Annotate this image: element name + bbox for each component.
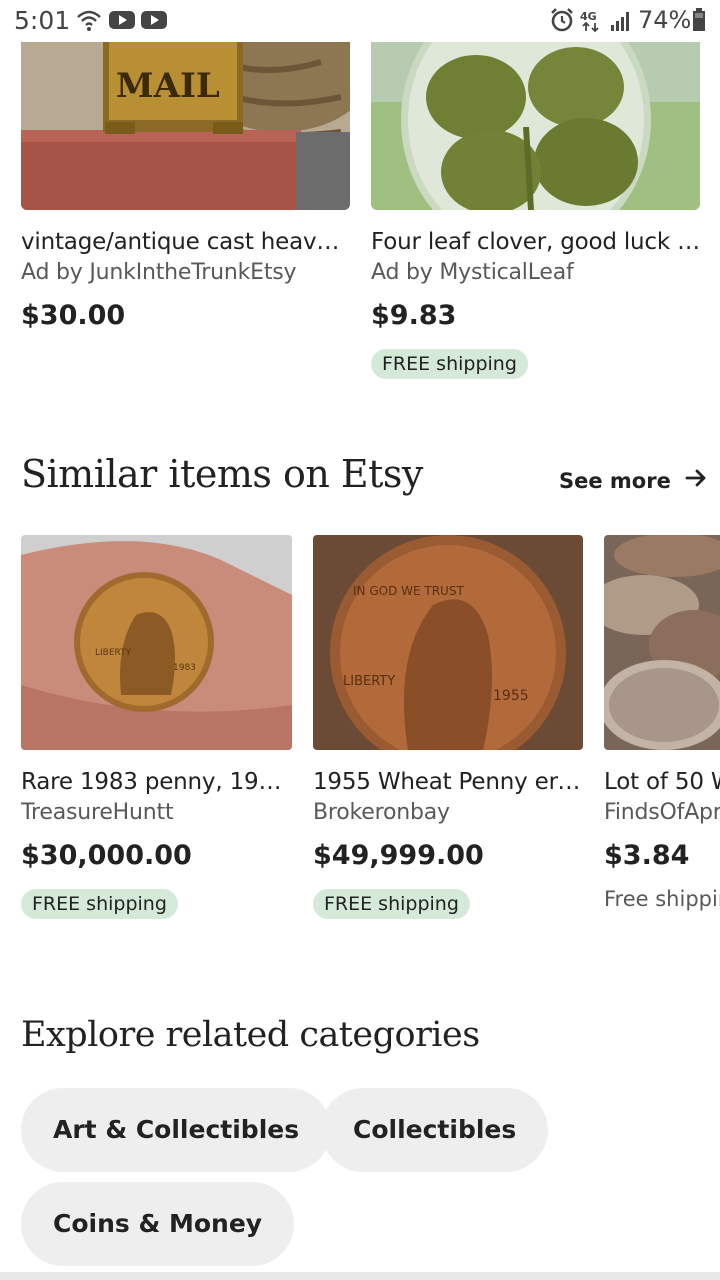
similar-item-title[interactable]: Rare 1983 penny, 1983 Lincoln cent xyxy=(21,769,293,795)
chip-collectibles[interactable]: Collectibles xyxy=(321,1088,549,1172)
svg-text:4G: 4G xyxy=(580,10,597,23)
see-more-label: See more xyxy=(559,468,671,493)
free-shipping-badge: FREE shipping xyxy=(21,889,178,919)
bottom-edge xyxy=(0,1272,720,1280)
free-shipping-badge: FREE shipping xyxy=(313,889,470,919)
chip-coins-money[interactable]: Coins & Money xyxy=(21,1182,295,1266)
mail-bank-image[interactable]: MAIL xyxy=(21,42,350,210)
svg-text:MAIL: MAIL xyxy=(116,66,220,106)
battery-percent: 74% xyxy=(638,6,692,34)
svg-text:1983: 1983 xyxy=(173,663,196,673)
youtube-icon-2 xyxy=(140,9,168,36)
network-4g-icon: 4G xyxy=(580,9,608,38)
similar-item-price: $30,000.00 xyxy=(21,840,192,871)
penny-1983-image[interactable]: LIBERTY 1983 xyxy=(21,535,292,750)
clover-image[interactable] xyxy=(371,42,700,210)
svg-text:LIBERTY: LIBERTY xyxy=(343,674,395,689)
wheat-penny-1955-image[interactable]: LIBERTY 1955 IN GOD WE TRUST xyxy=(313,535,583,750)
ad-price: $9.83 xyxy=(371,300,457,331)
wifi-icon xyxy=(76,9,102,36)
similar-item-price: $3.84 xyxy=(604,840,690,871)
see-more-link[interactable]: See more xyxy=(559,468,707,493)
similar-item-shop: FindsOfApril xyxy=(604,800,720,825)
ad-shop: Ad by JunkIntheTrunkEtsy xyxy=(21,260,297,285)
battery-icon xyxy=(692,8,706,37)
chip-art-collectibles[interactable]: Art & Collectibles xyxy=(21,1088,332,1172)
similar-item-shop: Brokeronbay xyxy=(313,800,450,825)
explore-categories-heading: Explore related categories xyxy=(21,1015,480,1055)
similar-item-price: $49,999.00 xyxy=(313,840,484,871)
similar-items-heading: Similar items on Etsy xyxy=(21,452,423,496)
status-bar: 5:01 4G 74% xyxy=(0,0,720,42)
alarm-icon xyxy=(549,7,575,38)
status-time: 5:01 xyxy=(14,6,71,35)
wheat-pennies-lot-image[interactable] xyxy=(604,535,720,750)
youtube-icon xyxy=(108,9,136,36)
svg-text:LIBERTY: LIBERTY xyxy=(95,648,132,658)
ad-title[interactable]: vintage/antique cast heavy mail bank xyxy=(21,229,351,255)
ad-title[interactable]: Four leaf clover, good luck charm xyxy=(371,229,701,255)
svg-text:IN GOD WE TRUST: IN GOD WE TRUST xyxy=(353,584,464,598)
signal-icon xyxy=(610,10,632,37)
ad-shop: Ad by MysticalLeaf xyxy=(371,260,574,285)
similar-item-shop: TreasureHuntt xyxy=(21,800,174,825)
free-shipping-text: Free shipping xyxy=(604,887,720,911)
similar-item-title[interactable]: 1955 Wheat Penny error xyxy=(313,769,585,795)
free-shipping-badge: FREE shipping xyxy=(371,349,528,379)
arrow-right-icon xyxy=(685,468,707,493)
similar-item-title[interactable]: Lot of 50 Wheat Pennies xyxy=(604,769,720,795)
ad-price: $30.00 xyxy=(21,300,126,331)
svg-text:1955: 1955 xyxy=(493,688,529,704)
